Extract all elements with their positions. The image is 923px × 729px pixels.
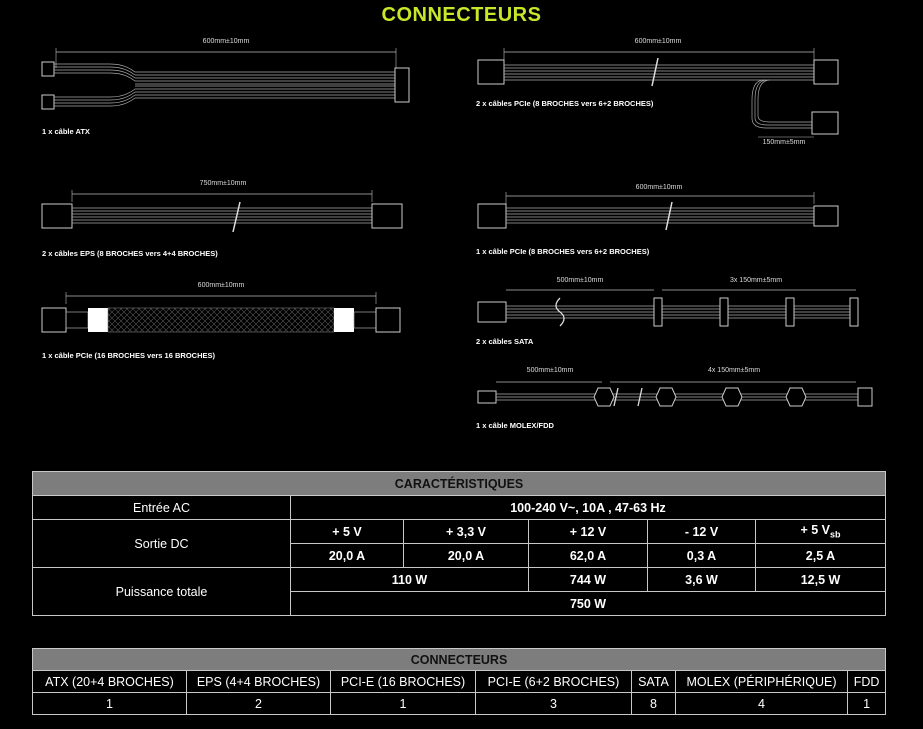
power-total: 750 W: [289, 591, 887, 616]
atx-cable-diagram: [40, 40, 420, 120]
pcie-single-cable-drawing: [477, 192, 839, 231]
connector-atx-header: ATX (20+4 BROCHES): [32, 670, 187, 693]
rail-5v: + 5 V: [290, 519, 404, 544]
sata-dimension: 500mm±10mm: [556, 277, 604, 284]
connector-eps-header: EPS (4+4 BROCHES): [186, 670, 331, 693]
connector-molex-count: 4: [675, 692, 848, 715]
current-5v: 20,0 A: [290, 543, 404, 568]
current-5vsb: 2,5 A: [754, 543, 887, 568]
pcie-dual-dimension-2: 150mm±5mm: [762, 139, 806, 146]
total-power-label: Puissance totale: [32, 567, 291, 616]
molex-cable-diagram: [474, 374, 884, 419]
pcie-dual-caption: 2 x câbles PCIe (8 BROCHES vers 6+2 BROC…: [476, 99, 654, 108]
connector-pcie16-count: 1: [330, 692, 476, 715]
connector-pcie62-header: PCI-E (6+2 BROCHES): [475, 670, 632, 693]
power-minus-12v: 3,6 W: [647, 567, 756, 592]
pcie-dual-dimension: 600mm±10mm: [634, 38, 682, 45]
current-3v3: 20,0 A: [403, 543, 529, 568]
molex-cable-drawing: [477, 381, 873, 407]
rail-minus-12v: - 12 V: [647, 519, 756, 544]
pcie16-cable-diagram: [40, 288, 420, 348]
eps-caption: 2 x câbles EPS (8 BROCHES vers 4+4 BROCH…: [42, 249, 218, 258]
connector-molex-header: MOLEX (PÉRIPHÉRIQUE): [675, 670, 848, 693]
sata-cable-diagram: [474, 284, 864, 334]
rail-12v: + 12 V: [528, 519, 648, 544]
pcie-single-cable-diagram: [474, 188, 854, 238]
molex-dimension-2: 4x 150mm±5mm: [707, 367, 761, 374]
molex-caption: 1 x câble MOLEX/FDD: [476, 421, 554, 430]
specifications-header: CARACTÉRISTIQUES: [31, 471, 887, 496]
pcie16-dimension: 600mm±10mm: [197, 282, 245, 289]
eps-cable-diagram: [40, 180, 420, 240]
connectors-header: CONNECTEURS: [31, 648, 887, 671]
ac-input-label: Entrée AC: [32, 495, 291, 520]
sata-caption: 2 x câbles SATA: [476, 337, 534, 346]
specifications-table: CARACTÉRISTIQUES Entrée AC 100-240 V~, 1…: [31, 471, 887, 616]
rail-5vsb: + 5 Vsb: [754, 519, 887, 544]
sata-cable-drawing: [477, 289, 859, 327]
connector-pcie62-count: 3: [475, 692, 632, 715]
sata-dimension-2: 3x 150mm±5mm: [729, 277, 783, 284]
power-12v: 744 W: [528, 567, 648, 592]
connector-fdd-header: FDD: [846, 670, 887, 693]
atx-dimension: 600mm±10mm: [202, 38, 250, 45]
pcie-single-caption: 1 x câble PCIe (8 BROCHES vers 6+2 BROCH…: [476, 247, 650, 256]
connector-pcie16-header: PCI-E (16 BROCHES): [330, 670, 476, 693]
connector-sata-header: SATA: [631, 670, 676, 693]
connector-fdd-count: 1: [846, 692, 887, 715]
atx-cable-drawing: [41, 48, 410, 110]
rail-3v3: + 3,3 V: [403, 519, 529, 544]
pcie-dual-cable-drawing: [477, 48, 839, 138]
power-5vsb: 12,5 W: [754, 567, 887, 592]
dc-output-label: Sortie DC: [32, 519, 291, 568]
molex-dimension: 500mm±10mm: [526, 367, 574, 374]
power-combined-5v-3v3: 110 W: [290, 567, 529, 592]
pcie-single-dimension: 600mm±10mm: [635, 184, 683, 191]
connector-atx-count: 1: [32, 692, 187, 715]
ac-input-value: 100-240 V~, 10A , 47-63 Hz: [289, 495, 887, 520]
page-title: CONNECTEURS: [381, 4, 542, 26]
eps-dimension: 750mm±10mm: [199, 180, 247, 187]
atx-caption: 1 x câble ATX: [42, 127, 90, 136]
current-12v: 62,0 A: [528, 543, 648, 568]
pcie16-caption: 1 x câble PCIe (16 BROCHES vers 16 BROCH…: [42, 351, 215, 360]
connectors-table: CONNECTEURS ATX (20+4 BROCHES) EPS (4+4 …: [31, 648, 887, 715]
pcie-dual-cable-diagram: [474, 40, 854, 155]
current-minus-12v: 0,3 A: [647, 543, 756, 568]
connector-eps-count: 2: [186, 692, 331, 715]
rail-5vsb-label: + 5 V: [800, 523, 831, 538]
rail-5vsb-subscript: sb: [830, 529, 841, 540]
eps-cable-drawing: [41, 190, 403, 233]
pcie16-cable-drawing: [41, 292, 401, 333]
connector-sata-count: 8: [631, 692, 676, 715]
